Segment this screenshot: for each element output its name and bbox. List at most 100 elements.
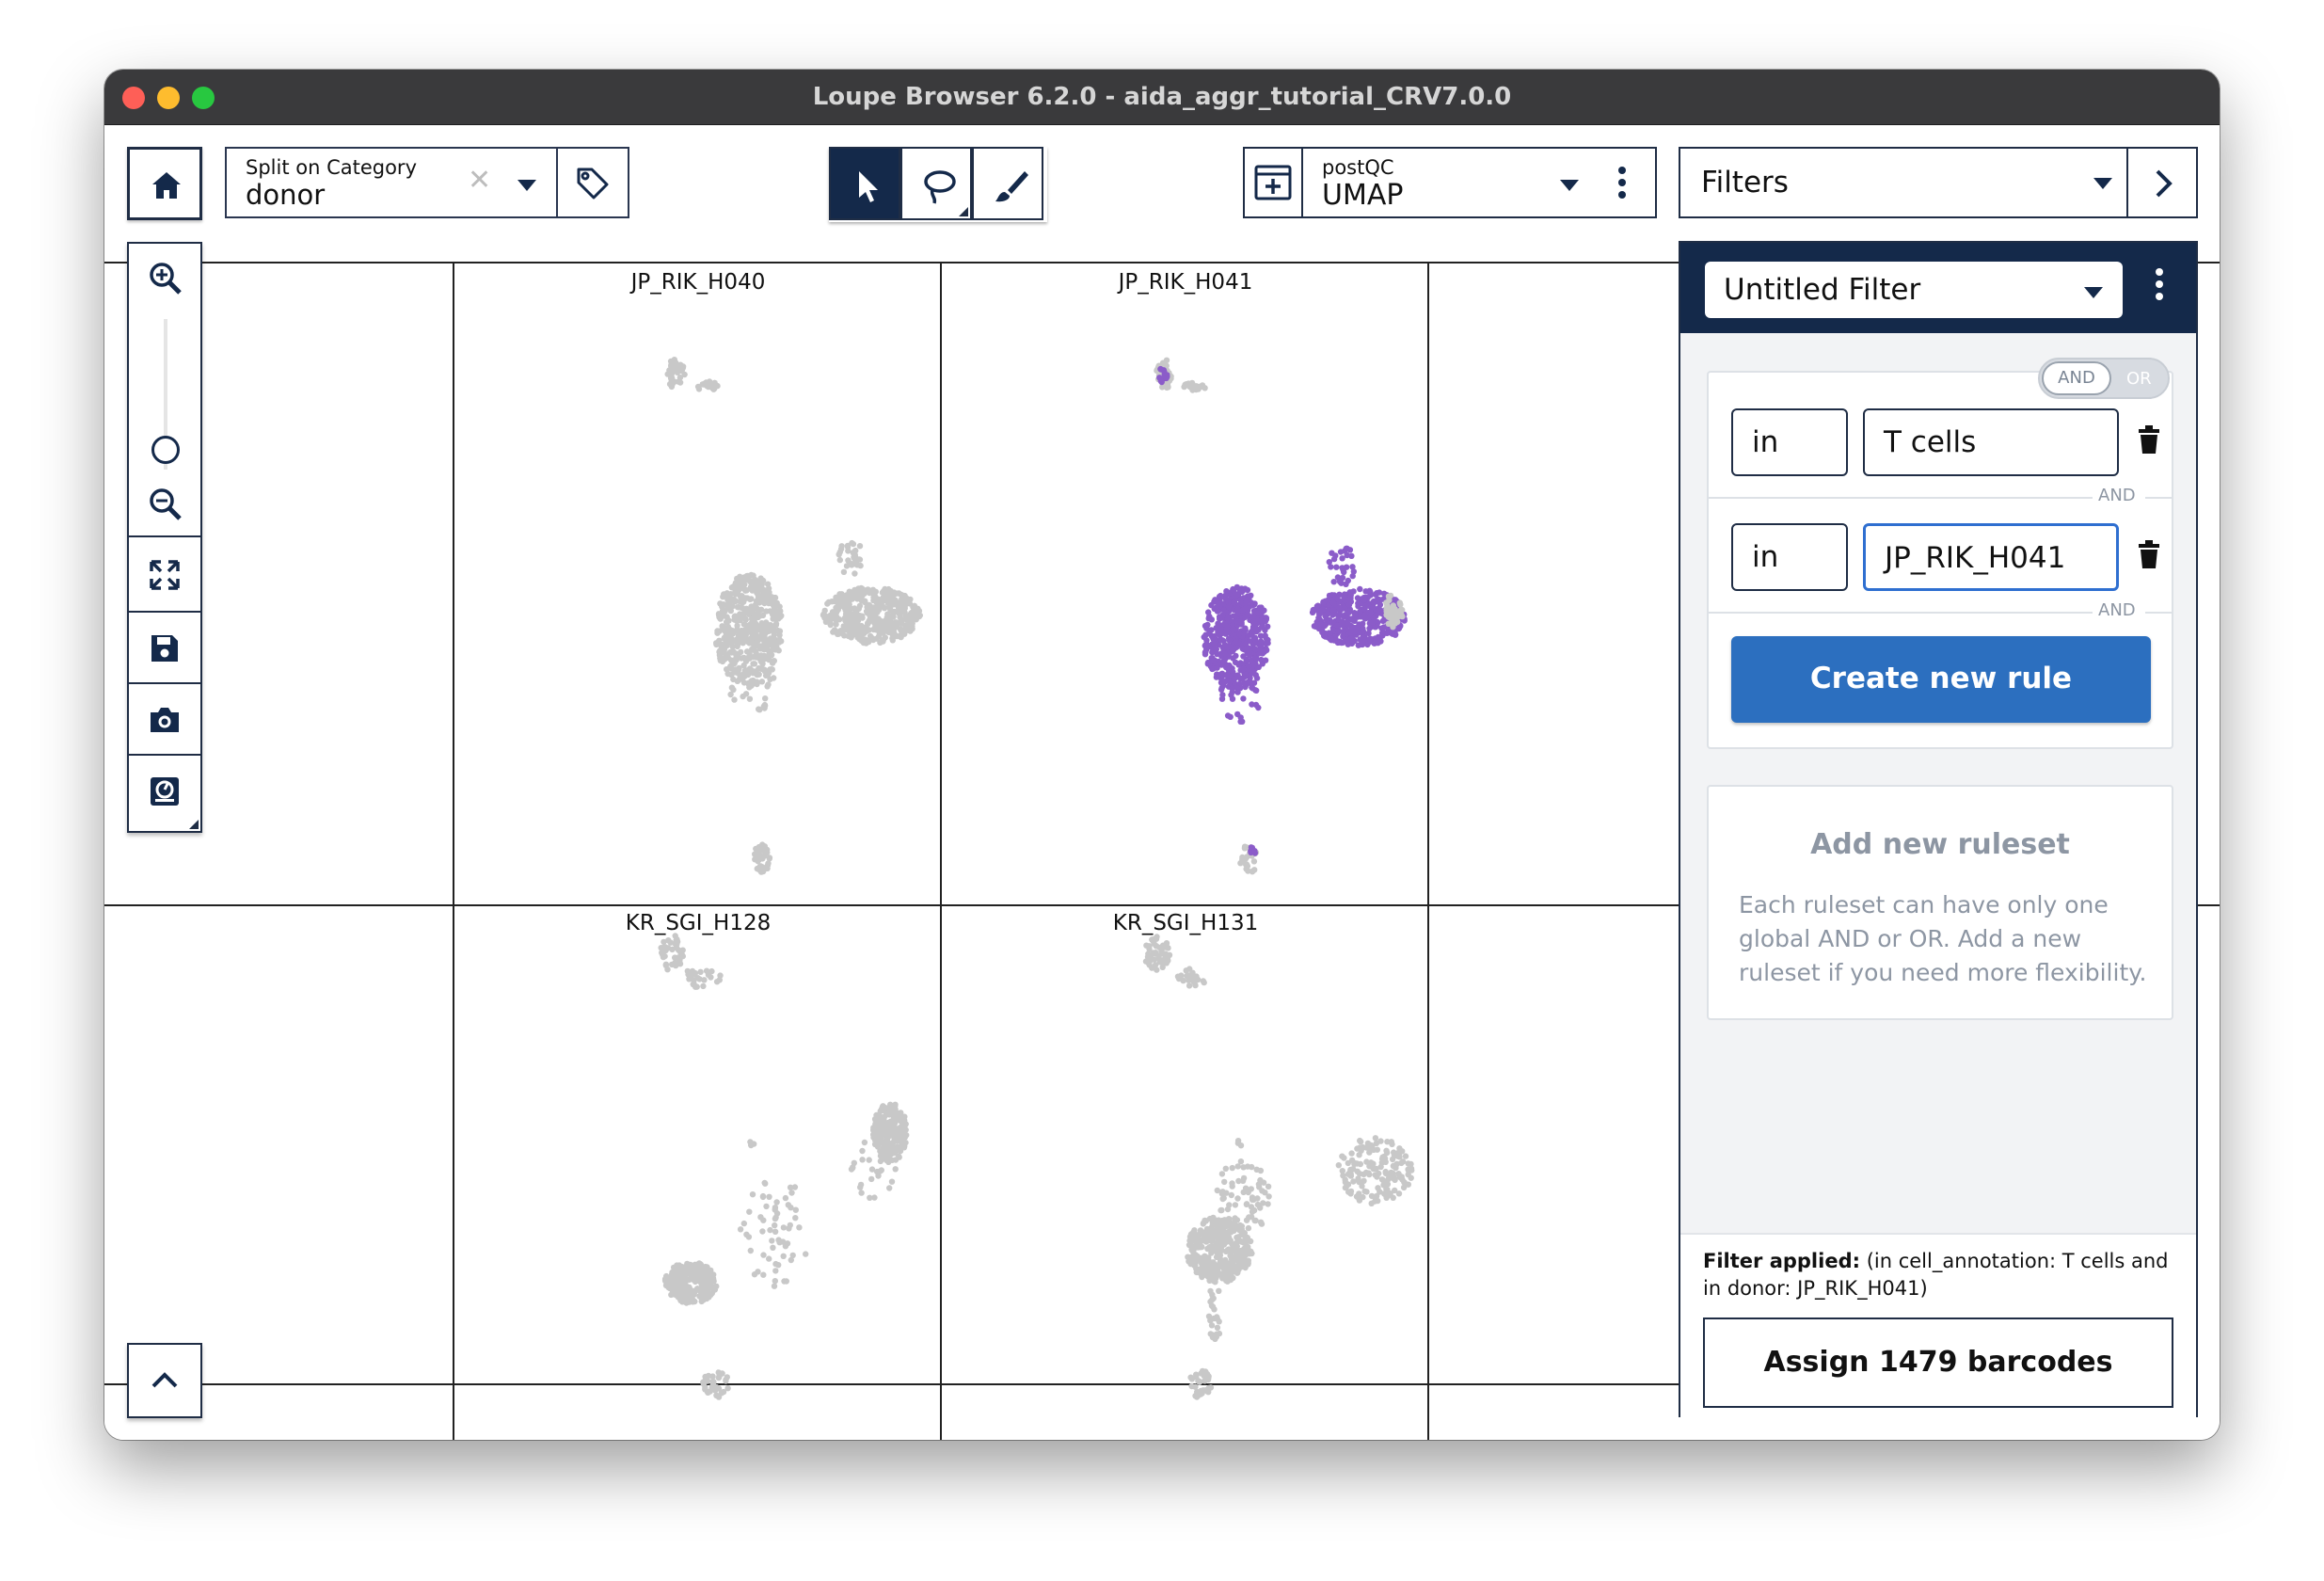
- cell-point: [759, 1192, 767, 1200]
- cell-point: [1189, 1238, 1197, 1244]
- cell-point: [703, 1295, 710, 1302]
- cell-point: [772, 1268, 779, 1274]
- cell-point: [746, 1208, 753, 1215]
- cell-point: [1365, 630, 1372, 637]
- cell-point: [873, 1133, 880, 1141]
- cell-point: [1219, 672, 1227, 679]
- cell-point: [878, 599, 885, 606]
- kebab-icon[interactable]: [2155, 267, 2164, 301]
- divider: [129, 535, 200, 537]
- cell-point: [766, 1193, 772, 1201]
- cluster: [713, 571, 785, 689]
- cell-point: [745, 1234, 753, 1240]
- cell-point: [1341, 1155, 1347, 1161]
- cell-point: [1383, 599, 1390, 606]
- cell-point: [731, 696, 738, 703]
- cell-point: [1242, 671, 1250, 678]
- cell-point: [1258, 624, 1265, 631]
- cell-point: [1373, 1165, 1379, 1173]
- cell-point: [773, 1210, 781, 1217]
- zoom-slider-handle[interactable]: [151, 436, 180, 464]
- cell-point: [703, 1374, 710, 1381]
- cell-point: [1341, 594, 1347, 600]
- cell-point: [1330, 555, 1338, 563]
- cell-point: [705, 1278, 712, 1285]
- cell-point: [1234, 1265, 1240, 1272]
- trash-icon[interactable]: [2138, 425, 2160, 454]
- cell-point: [1240, 1257, 1247, 1264]
- cell-point: [728, 665, 735, 672]
- cell-point: [1362, 602, 1369, 610]
- cell-point: [1245, 1224, 1252, 1232]
- cell-point: [1354, 1160, 1361, 1167]
- cell-point: [726, 626, 733, 633]
- add-ruleset-title[interactable]: Add new ruleset: [1709, 828, 2172, 861]
- rule-operator-field[interactable]: in: [1731, 523, 1848, 591]
- settings-icon[interactable]: [148, 775, 182, 808]
- cell-point: [750, 661, 756, 667]
- cell-point: [1350, 568, 1358, 575]
- cluster: [684, 967, 724, 990]
- camera-icon[interactable]: [148, 703, 182, 737]
- add-new-ruleset-card[interactable]: Add new ruleset Each ruleset can have on…: [1707, 785, 2173, 1020]
- cell-point: [720, 1388, 727, 1396]
- cell-point: [1390, 1194, 1396, 1202]
- cluster: [1142, 934, 1173, 973]
- cell-point: [1193, 1373, 1200, 1381]
- cell-point: [1393, 1160, 1400, 1168]
- cell-point: [1367, 635, 1374, 642]
- cluster: [1205, 1287, 1223, 1343]
- cell-point: [1355, 642, 1362, 648]
- cell-point: [1240, 606, 1247, 614]
- cell-point: [695, 386, 703, 392]
- create-new-rule-button[interactable]: Create new rule: [1731, 636, 2151, 723]
- filters-dropdown[interactable]: Filters: [1679, 147, 2158, 218]
- cell-point: [743, 626, 751, 632]
- cell-point: [744, 595, 751, 601]
- cell-point: [675, 1274, 682, 1281]
- cell-point: [885, 628, 892, 634]
- cell-point: [1348, 1157, 1356, 1164]
- cell-point: [1339, 639, 1346, 647]
- cell-point: [849, 562, 855, 568]
- collapse-panel-button[interactable]: [127, 1343, 202, 1418]
- cell-point: [1241, 843, 1249, 850]
- cell-point: [1345, 601, 1353, 608]
- zoom-in-icon[interactable]: [148, 261, 183, 296]
- assign-barcodes-button[interactable]: Assign 1479 barcodes: [1703, 1318, 2173, 1408]
- rule-operator-field[interactable]: in: [1731, 408, 1848, 476]
- cell-point: [1385, 1175, 1393, 1183]
- trash-icon[interactable]: [2138, 540, 2160, 568]
- cell-point: [1230, 1274, 1236, 1282]
- cell-point: [1201, 633, 1207, 641]
- cell-point: [719, 1370, 725, 1377]
- cell-point: [1230, 626, 1236, 632]
- cell-point: [1235, 631, 1243, 637]
- cell-point: [1218, 695, 1226, 702]
- zoom-out-icon[interactable]: [148, 487, 183, 522]
- rule-value-field[interactable]: JP_RIK_H041: [1863, 523, 2119, 591]
- cell-point: [700, 1381, 708, 1387]
- cell-point: [883, 1155, 891, 1161]
- cell-point: [1228, 1225, 1234, 1232]
- cell-point: [1235, 1177, 1242, 1185]
- cell-point: [1241, 1232, 1248, 1238]
- filter-name-dropdown[interactable]: Untitled Filter: [1705, 262, 2123, 318]
- cell-point: [901, 631, 908, 637]
- cell-point: [772, 1278, 778, 1285]
- cell-point: [1224, 1264, 1231, 1270]
- cell-point: [1248, 844, 1255, 851]
- cell-point: [1329, 612, 1336, 618]
- cell-point: [841, 626, 848, 633]
- collapse-filters-button[interactable]: [2126, 147, 2198, 218]
- cell-point: [1388, 1169, 1394, 1176]
- ruleset: AND OR in T cells AND in JP_RIK_H041 AND…: [1707, 358, 2173, 749]
- cell-point: [1244, 586, 1251, 594]
- cell-point: [1342, 1176, 1348, 1183]
- cell-point: [1186, 982, 1193, 989]
- save-icon[interactable]: [148, 631, 182, 665]
- cell-point: [1369, 619, 1376, 626]
- umap-scatter-plots[interactable]: [104, 125, 1679, 1440]
- rule-value-field[interactable]: T cells: [1863, 408, 2119, 476]
- fit-view-icon[interactable]: [148, 558, 182, 592]
